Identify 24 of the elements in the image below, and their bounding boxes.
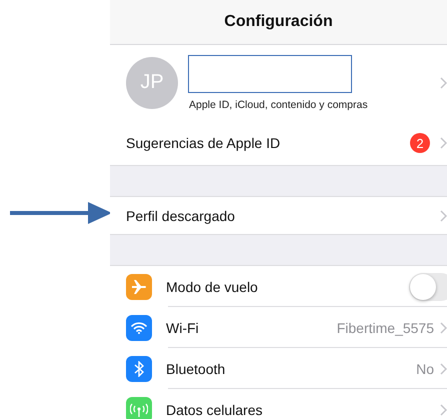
setting-value: Fibertime_5575 [336,320,434,336]
profile-subtitle: Apple ID, iCloud, contenido y compras [189,98,369,110]
profile-row[interactable]: JP Apple ID, iCloud, contenido y compras [110,45,447,120]
settings-row[interactable]: Bluetooth No [110,348,447,389]
chevron-icon [440,322,447,334]
wifi-icon [131,321,147,334]
screen-title: Configuración [224,13,333,31]
settings-row[interactable]: Modo de vuelo [110,266,447,307]
chevron-icon [440,137,447,149]
chevron-icon [440,362,447,374]
suggestions-row[interactable]: Sugerencias de Apple ID 2 [110,120,447,166]
toggle-switch[interactable] [409,272,447,300]
avatar: JP [126,56,178,108]
downloaded-profile-row[interactable]: Perfil descargado [110,197,447,235]
notification-badge: 2 [410,133,430,153]
settings-row[interactable]: Wi-Fi Fibertime_5575 [110,307,447,348]
setting-value: No [416,360,434,376]
chevron-icon [440,210,447,222]
airplane-icon [131,278,147,294]
settings-row[interactable]: Datos celulares [110,389,447,419]
antenna-icon [130,402,148,416]
chevron-icon [440,76,447,88]
bluetooth-icon [134,360,144,376]
chevron-icon [440,404,447,416]
